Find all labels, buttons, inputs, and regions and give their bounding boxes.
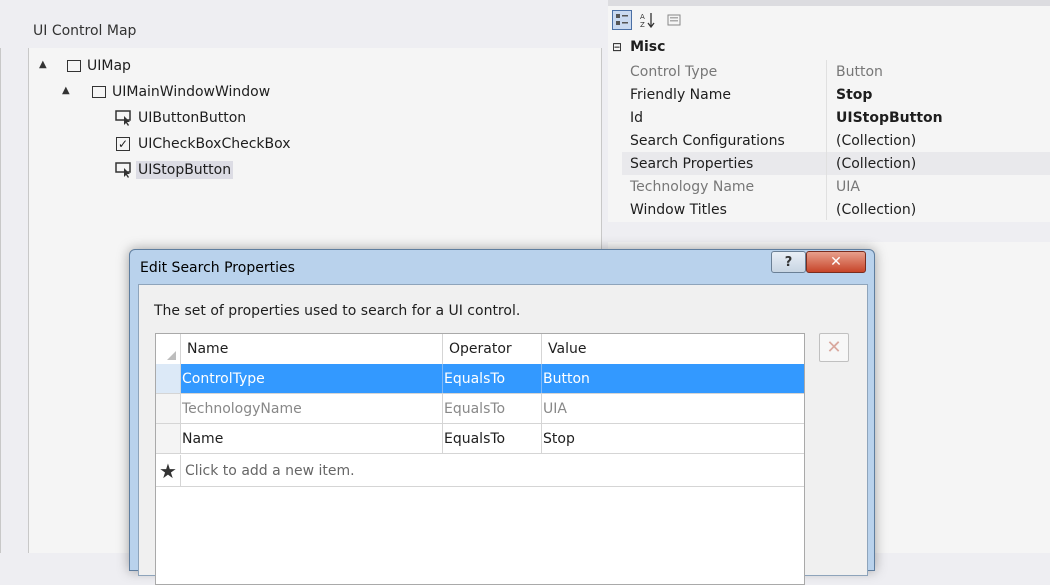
property-name: Id [630, 109, 644, 126]
delete-row-button[interactable]: ✕ [819, 333, 849, 362]
properties-bottom-strip [608, 222, 1050, 242]
collapse-minus-icon[interactable]: ⊟ [612, 40, 622, 54]
tree-node-uibuttonbutton[interactable]: UIButtonButton [115, 107, 248, 129]
tree-node-label[interactable]: UICheckBoxCheckBox [136, 135, 293, 153]
row-header[interactable] [156, 364, 181, 393]
dialog-description: The set of properties used to search for… [154, 303, 521, 319]
column-header-name[interactable]: Name [181, 334, 443, 364]
property-value: UIA [836, 178, 860, 195]
search-properties-grid[interactable]: Name Operator Value ControlType EqualsTo… [155, 333, 805, 585]
cell-name[interactable]: TechnologyName [181, 394, 443, 423]
tree-node-label[interactable]: UIMap [85, 57, 133, 75]
collapse-triangle-icon[interactable]: ▲ [39, 59, 47, 70]
window-icon [67, 60, 81, 72]
property-row-friendly-name[interactable]: Friendly Name Stop [622, 83, 1050, 106]
property-row-search-configurations[interactable]: Search Configurations (Collection) [622, 129, 1050, 152]
delete-x-icon: ✕ [826, 337, 842, 358]
property-name: Control Type [630, 63, 718, 80]
cell-name[interactable]: ControlType [181, 364, 443, 393]
tree-node-uimap[interactable]: ▲ UIMap [39, 55, 133, 77]
property-row-window-titles[interactable]: Window Titles (Collection) [622, 198, 1050, 221]
property-name: Window Titles [630, 201, 727, 218]
properties-header-strip [608, 0, 1050, 6]
property-value: (Collection) [836, 132, 917, 149]
window-icon [92, 86, 106, 98]
tree-node-label[interactable]: UIButtonButton [136, 109, 248, 127]
dialog-body: The set of properties used to search for… [138, 284, 868, 585]
property-value: (Collection) [836, 155, 917, 172]
tree-node-label[interactable]: UIMainWindowWindow [110, 83, 272, 101]
cell-value[interactable]: Button [542, 364, 804, 393]
new-item-star-icon: ★ [156, 455, 181, 486]
categorized-icon[interactable] [612, 10, 632, 30]
cell-operator[interactable]: EqualsTo [443, 394, 542, 423]
collapse-triangle-icon[interactable]: ▲ [62, 85, 70, 96]
property-row-technology-name[interactable]: Technology Name UIA [622, 175, 1050, 198]
property-value: Stop [836, 86, 873, 103]
row-header[interactable] [156, 394, 181, 423]
property-row-control-type[interactable]: Control Type Button [622, 60, 1050, 83]
left-edge [0, 48, 1, 553]
category-misc[interactable]: ⊟ Misc [612, 39, 665, 55]
column-header-value[interactable]: Value [542, 334, 804, 364]
property-row-id[interactable]: Id UIStopButton [622, 106, 1050, 129]
svg-text:A: A [640, 13, 645, 21]
property-value: UIStopButton [836, 109, 943, 126]
property-row-search-properties[interactable]: Search Properties (Collection) [622, 152, 1050, 175]
svg-text:Z: Z [640, 21, 645, 28]
cell-operator[interactable]: EqualsTo [443, 364, 542, 393]
button-cursor-icon [115, 162, 131, 178]
dialog-title: Edit Search Properties [140, 260, 295, 276]
property-pages-icon[interactable] [664, 10, 684, 30]
column-header-operator[interactable]: Operator [443, 334, 542, 364]
property-column-divider [826, 60, 827, 220]
cell-value[interactable]: Stop [542, 424, 804, 453]
cell-name[interactable]: Name [181, 424, 443, 453]
grid-header: Name Operator Value [156, 334, 804, 365]
properties-toolbar: AZ [612, 10, 684, 30]
grid-row-name[interactable]: Name EqualsTo Stop [156, 424, 804, 454]
property-name: Search Properties [630, 155, 754, 172]
category-label: Misc [630, 39, 666, 55]
cell-value[interactable]: UIA [542, 394, 804, 423]
new-item-placeholder[interactable]: Click to add a new item. [185, 455, 355, 486]
tree-node-uicheckboxcheckbox[interactable]: ✓ UICheckBoxCheckBox [116, 133, 293, 155]
property-name: Technology Name [630, 178, 755, 195]
close-button[interactable]: ✕ [806, 251, 866, 273]
property-name: Search Configurations [630, 132, 785, 149]
tree-node-label-selected[interactable]: UIStopButton [136, 161, 234, 179]
property-value: Button [836, 63, 883, 80]
property-value: (Collection) [836, 201, 917, 218]
cell-operator[interactable]: EqualsTo [443, 424, 542, 453]
ui-control-map-title: UI Control Map [33, 23, 137, 39]
button-cursor-icon [115, 110, 131, 126]
property-name: Friendly Name [630, 86, 731, 103]
grid-row-controltype[interactable]: ControlType EqualsTo Button [156, 364, 804, 394]
alphabetical-sort-icon[interactable]: AZ [638, 10, 658, 30]
select-all-corner[interactable] [156, 334, 181, 364]
row-header[interactable] [156, 424, 181, 453]
grid-row-technologyname[interactable]: TechnologyName EqualsTo UIA [156, 394, 804, 424]
checkbox-icon: ✓ [116, 137, 130, 151]
tree-node-uimainwindowwindow[interactable]: ▲ UIMainWindowWindow [62, 81, 272, 103]
edit-search-properties-dialog: Edit Search Properties ? ✕ The set of pr… [129, 249, 875, 585]
help-button[interactable]: ? [771, 251, 806, 273]
tree-node-uistopbutton[interactable]: UIStopButton [115, 159, 234, 181]
new-item-row[interactable]: ★ Click to add a new item. [156, 455, 804, 487]
